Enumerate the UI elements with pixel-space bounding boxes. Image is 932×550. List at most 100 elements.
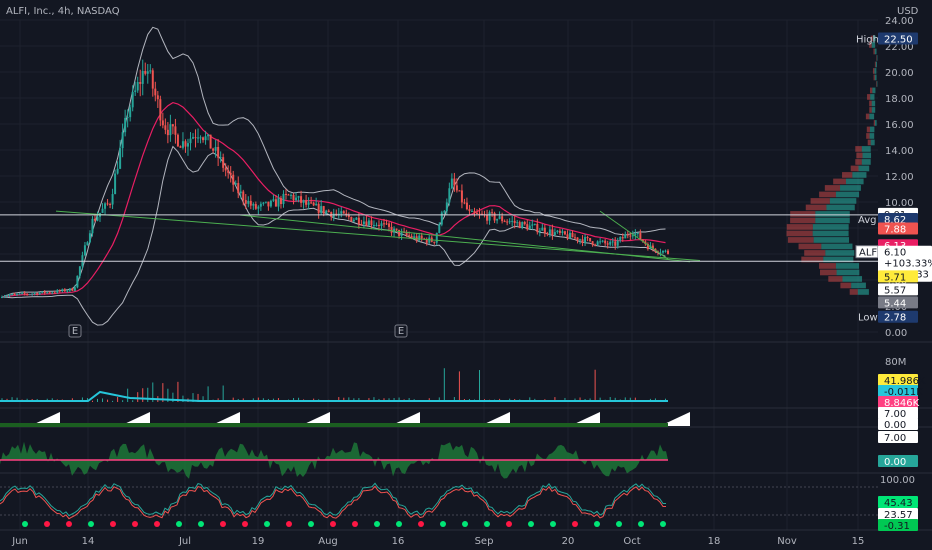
symbol-title: ALFI, Inc., 4h, NASDAQ	[6, 6, 120, 17]
vp-bar-down	[842, 172, 853, 178]
stoch-dot	[616, 521, 622, 527]
avg-text: Avg	[858, 215, 877, 226]
candle-body	[18, 293, 21, 295]
y-tick: 20.00	[885, 68, 914, 79]
candle-body	[33, 293, 36, 295]
candle-body	[563, 231, 566, 235]
candle-body	[465, 202, 468, 210]
candle-body	[410, 236, 413, 239]
candle-body	[164, 125, 167, 130]
vp-bar-up	[821, 243, 853, 250]
y-tick: 12.00	[885, 172, 914, 183]
vp-bar-down	[869, 87, 873, 94]
candle-body	[556, 230, 559, 233]
candle-body	[56, 290, 59, 293]
candle-body	[111, 194, 114, 205]
vp-bar-up	[871, 100, 876, 107]
candle-body	[546, 233, 549, 235]
candle-body	[217, 146, 220, 158]
candle-body	[134, 90, 137, 92]
candle-body	[521, 221, 524, 229]
candle-body	[249, 200, 252, 206]
candle-body	[579, 239, 582, 241]
stoch-dot	[88, 521, 94, 527]
vp-bar-down	[866, 126, 870, 133]
candle-body	[342, 211, 345, 214]
stoch-dot	[660, 521, 666, 527]
vp-bar-up	[813, 237, 850, 243]
candle-body	[194, 137, 197, 139]
vp-bar-down	[873, 74, 875, 81]
stoch-dot	[550, 521, 556, 527]
vp-bar-up	[869, 133, 875, 139]
candle-body	[169, 124, 172, 136]
candle-body	[28, 294, 31, 296]
candle-body	[629, 235, 632, 237]
stoch-dot	[572, 521, 578, 527]
stoch-dot	[198, 521, 204, 527]
candle-body	[596, 241, 599, 245]
vp-bar-up	[870, 139, 875, 146]
candle-body	[533, 223, 536, 225]
candle-body	[383, 223, 386, 225]
chart[interactable]: 24.0022.0020.0018.0016.0014.0012.0010.00…	[0, 0, 932, 550]
candle-body	[1, 297, 3, 299]
candle-body	[156, 95, 159, 100]
candle-body	[23, 292, 26, 294]
indicator1-band	[0, 423, 668, 427]
candle-body	[101, 208, 104, 213]
candle-body	[219, 157, 222, 159]
candle-body	[83, 245, 86, 256]
stoch-dot	[506, 521, 512, 527]
candle-body	[470, 210, 473, 212]
vp-bar-up	[858, 165, 870, 172]
candle-body	[315, 203, 318, 206]
vp-bar-down	[819, 263, 836, 269]
vp-bar-up	[872, 87, 876, 94]
candle-body	[290, 194, 293, 196]
candle-body	[619, 237, 622, 241]
x-tick: 14	[82, 536, 95, 547]
candle-body	[151, 70, 154, 89]
candle-body	[568, 232, 571, 239]
candle-body	[445, 202, 448, 212]
symbol-tag: ALF	[859, 248, 877, 259]
candle-body	[36, 293, 39, 295]
candle-body	[166, 129, 169, 136]
candle-body	[192, 137, 195, 139]
candle-body	[626, 234, 629, 236]
candle-body	[455, 185, 458, 191]
candle-body	[96, 216, 99, 221]
stoch-dot	[66, 521, 72, 527]
candle-body	[340, 211, 343, 214]
y-tick: 0.00	[885, 328, 907, 339]
vp-bar-down	[828, 276, 843, 282]
vp-bar-down	[819, 269, 837, 276]
stoch-dot	[264, 521, 270, 527]
x-tick: Jun	[11, 536, 28, 547]
candle-body	[247, 200, 250, 204]
vp-bar-up	[815, 211, 850, 217]
candle-body	[209, 134, 212, 149]
candle-body	[262, 202, 265, 204]
stoch-dot	[22, 521, 28, 527]
vp-bar-up	[875, 61, 877, 68]
stoch-dot	[286, 521, 292, 527]
x-tick: Aug	[318, 536, 338, 547]
candle-body	[229, 172, 232, 175]
vp-bar-up	[815, 217, 850, 224]
candle-body	[78, 266, 81, 276]
candle-body	[486, 214, 489, 221]
candle-body	[284, 193, 287, 195]
candle-body	[242, 191, 245, 201]
vp-bar-up	[835, 191, 860, 198]
vp-bar-up	[826, 204, 855, 211]
stoch-dot	[154, 521, 160, 527]
candle-body	[295, 197, 298, 201]
candle-body	[186, 143, 189, 147]
candle-body	[46, 292, 49, 294]
candle-body	[508, 221, 511, 223]
vp-bar-up	[835, 263, 860, 269]
candle-body	[631, 235, 634, 237]
vp-bar-up	[842, 276, 863, 282]
